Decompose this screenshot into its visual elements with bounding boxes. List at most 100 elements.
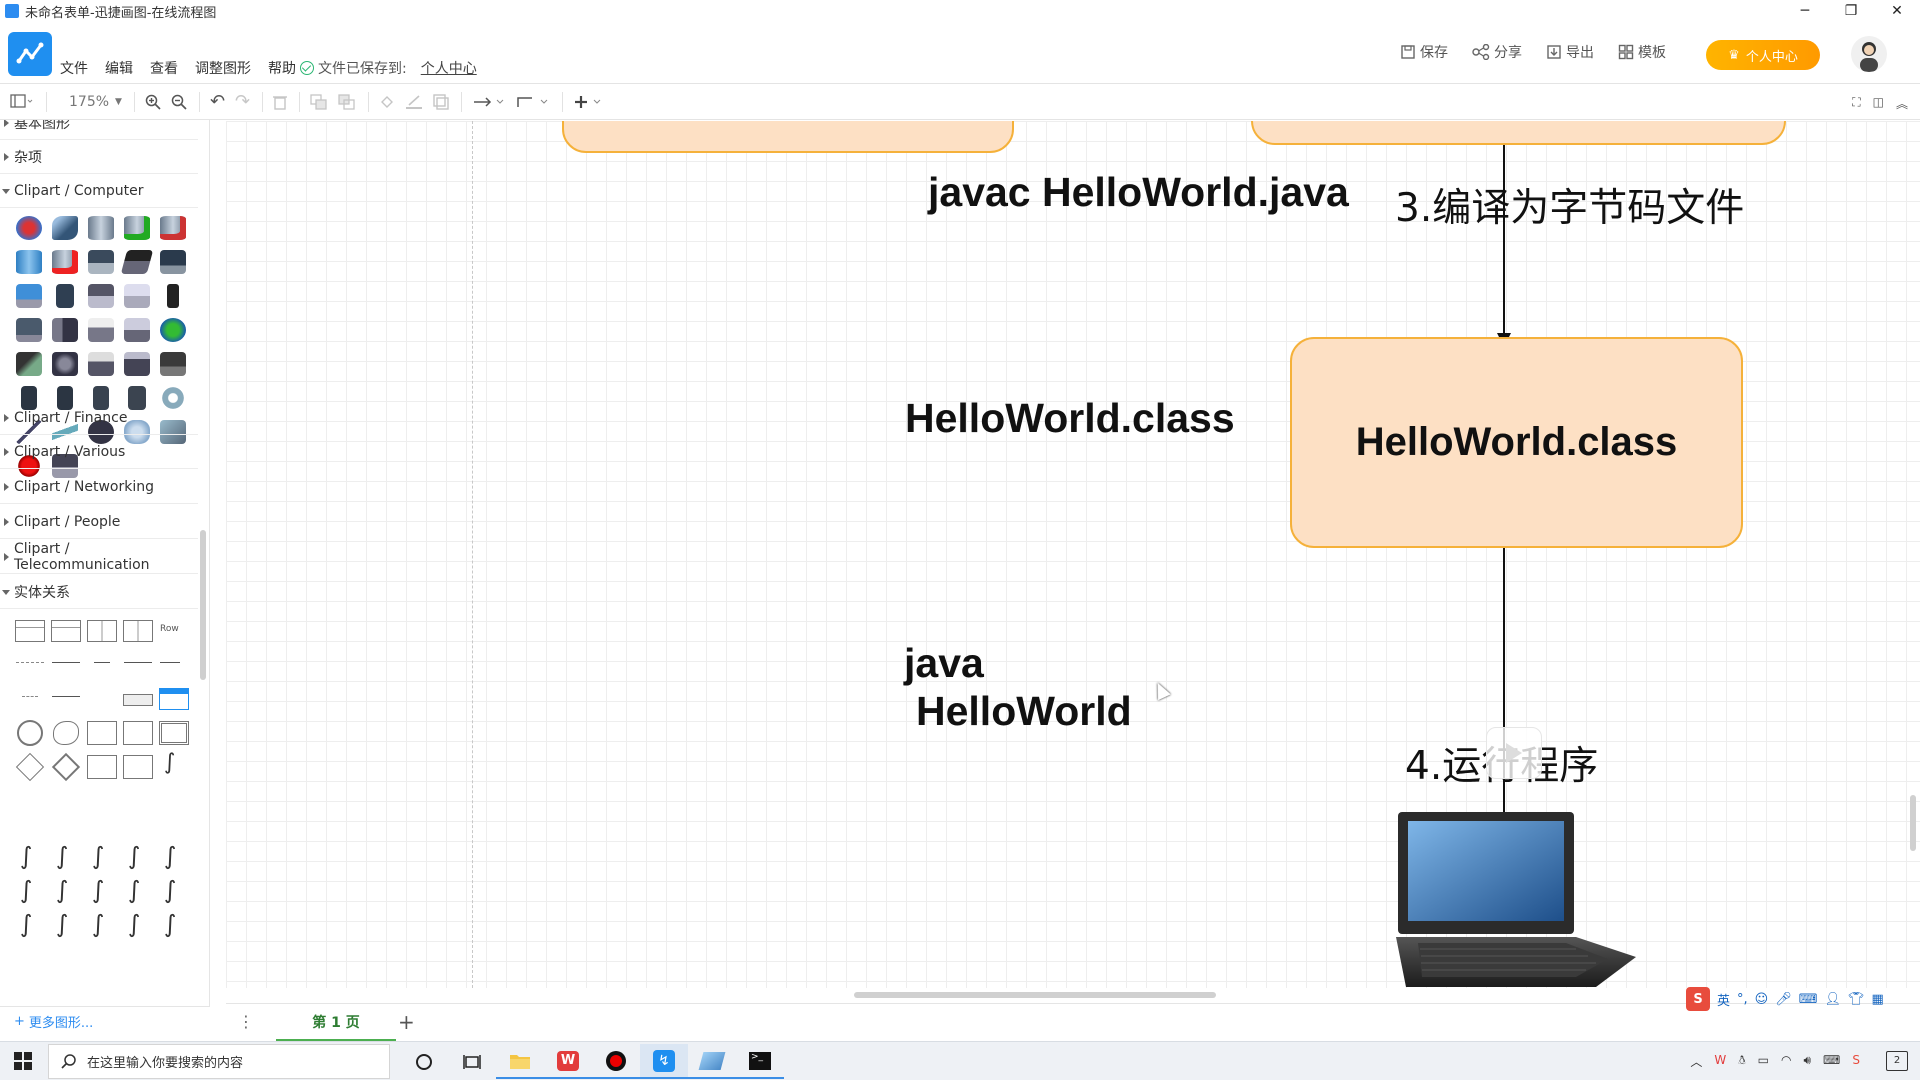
app-logo-icon[interactable]: [8, 32, 52, 76]
class-file-node[interactable]: HelloWorld.class: [1290, 337, 1743, 548]
er-relation-line[interactable]: [52, 662, 80, 663]
ime-lang[interactable]: 英: [1717, 990, 1730, 1009]
grid-icon[interactable]: ▦: [1872, 992, 1884, 1007]
flow-node-top-left[interactable]: [562, 121, 1014, 153]
insert-icon[interactable]: [573, 90, 607, 114]
to-back-icon[interactable]: [338, 90, 356, 114]
er-relation-line[interactable]: [52, 696, 80, 697]
vip-button[interactable]: ♛ 个人中心: [1706, 40, 1820, 70]
er-identifying-diamond[interactable]: [51, 752, 81, 782]
magnifier-icon[interactable]: [52, 216, 78, 240]
er-relationship-diamond[interactable]: [15, 752, 45, 782]
notification-center-icon[interactable]: 2: [1886, 1051, 1908, 1071]
er-associative-shape[interactable]: [87, 755, 117, 779]
database-blue-icon[interactable]: [16, 250, 42, 274]
er-curve-connector[interactable]: ∫: [92, 910, 128, 944]
emoji-icon[interactable]: ☺: [1755, 992, 1769, 1007]
menu-view[interactable]: 查看: [150, 58, 178, 78]
database-add-icon[interactable]: [124, 216, 150, 240]
step3-title[interactable]: 3.编译为字节码文件: [1395, 177, 1744, 233]
user-icon[interactable]: 👤︎: [1825, 992, 1842, 1007]
section-clipart-various[interactable]: Clipart / Various: [0, 435, 198, 469]
taskbar-search-input[interactable]: 在这里输入你要搜索的内容: [48, 1044, 390, 1079]
export-button[interactable]: 导出: [1546, 42, 1594, 62]
screen-recorder-icon[interactable]: [592, 1044, 640, 1079]
save-button[interactable]: 保存: [1400, 42, 1448, 62]
terminal-icon[interactable]: >_: [736, 1044, 784, 1079]
punctuation-icon[interactable]: °,: [1737, 992, 1748, 1007]
microphone-icon[interactable]: 🎤︎: [1775, 992, 1792, 1007]
collapse-icon[interactable]: ︽: [1896, 95, 1908, 112]
pc-set-icon[interactable]: [16, 352, 42, 376]
file-explorer-icon[interactable]: [496, 1044, 544, 1079]
fill-color-icon[interactable]: [379, 90, 395, 114]
ime-tray-icon[interactable]: ⌨: [1823, 1053, 1840, 1070]
delete-icon[interactable]: [273, 90, 288, 114]
er-grid-shape[interactable]: [87, 620, 117, 642]
database-remove-icon[interactable]: [160, 216, 186, 240]
diagram-canvas[interactable]: javac HelloWorld.java 3.编译为字节码文件 HelloWo…: [226, 121, 1920, 988]
virus-icon[interactable]: [16, 216, 42, 240]
menu-file[interactable]: 文件: [60, 58, 88, 78]
scanner-icon[interactable]: [124, 318, 150, 342]
monitor-icon[interactable]: [160, 250, 186, 274]
skin-icon[interactable]: 👕︎: [1848, 992, 1865, 1007]
flow-node-top-right[interactable]: [1251, 121, 1786, 145]
line-color-icon[interactable]: [405, 90, 423, 114]
er-curve-connector[interactable]: ∫: [20, 910, 56, 944]
menu-arrange[interactable]: 调整图形: [195, 58, 251, 78]
close-button[interactable]: ✕: [1874, 0, 1920, 22]
er-curve-connector[interactable]: ∫: [92, 842, 128, 876]
er-entity2-shape[interactable]: [123, 721, 153, 745]
er-curve-connector[interactable]: ∫: [20, 842, 56, 876]
notepad-app-icon[interactable]: [688, 1044, 736, 1079]
er-table2-shape[interactable]: [51, 620, 81, 642]
menu-edit[interactable]: 编辑: [105, 58, 133, 78]
minimize-button[interactable]: ─: [1782, 0, 1828, 22]
redo-icon[interactable]: ↷: [235, 90, 250, 114]
er-curve-connector[interactable]: ∫: [164, 876, 200, 910]
sogou-tray-icon[interactable]: S: [1852, 1053, 1860, 1070]
task-view-icon[interactable]: [448, 1044, 496, 1079]
fax-icon[interactable]: [88, 352, 114, 376]
tray-expand-icon[interactable]: ︿: [1690, 1053, 1702, 1070]
zoom-select[interactable]: 175% ▼: [69, 90, 122, 114]
er-curve-connector[interactable]: ∫: [92, 876, 128, 910]
vertical-scrollbar[interactable]: [1910, 795, 1916, 851]
connector-line[interactable]: [1503, 145, 1505, 335]
video-play-button[interactable]: [1486, 727, 1542, 779]
zoom-in-icon[interactable]: [145, 90, 161, 114]
page-menu-icon[interactable]: ⋮: [238, 1012, 254, 1031]
crt-monitor-icon[interactable]: [16, 318, 42, 342]
er-note-shape[interactable]: [123, 755, 153, 779]
er-relation-line[interactable]: [124, 662, 152, 663]
er-title-shape[interactable]: [123, 694, 153, 706]
run-command-label[interactable]: java HelloWorld: [904, 639, 1132, 735]
er-table3-shape[interactable]: [123, 620, 153, 642]
restore-button[interactable]: ❐: [1828, 0, 1874, 22]
laptop-icon[interactable]: [88, 250, 114, 274]
notebook-icon[interactable]: [88, 284, 114, 308]
tablet-icon[interactable]: [56, 284, 74, 308]
to-front-icon[interactable]: [310, 90, 328, 114]
template-button[interactable]: 模板: [1618, 42, 1666, 62]
section-basic-shapes[interactable]: 基本图形: [0, 120, 198, 140]
section-clipart-computer[interactable]: Clipart / Computer: [0, 174, 198, 208]
section-clipart-telecom[interactable]: Clipart / Telecommunication: [0, 540, 198, 574]
laptop-clipart-icon[interactable]: [1396, 809, 1636, 988]
cortana-icon[interactable]: [400, 1044, 448, 1079]
wifi-icon[interactable]: ◠: [1781, 1053, 1791, 1070]
battery-icon[interactable]: ▭: [1758, 1053, 1769, 1070]
fullscreen-icon[interactable]: ⛶: [1852, 95, 1860, 112]
er-relation-line[interactable]: [22, 696, 38, 697]
section-clipart-people[interactable]: Clipart / People: [0, 505, 198, 539]
er-curve-connector[interactable]: ∫: [164, 842, 200, 876]
er-curve-connector[interactable]: ∫: [56, 876, 92, 910]
sidebar-scrollbar[interactable]: [200, 530, 206, 680]
menu-help[interactable]: 帮助: [268, 58, 296, 78]
er-row-label[interactable]: Row: [160, 624, 188, 638]
waypoint-style-icon[interactable]: [516, 90, 550, 114]
avatar[interactable]: [1851, 36, 1887, 72]
section-clipart-networking[interactable]: Clipart / Networking: [0, 470, 198, 504]
er-curve-connector[interactable]: ∫: [128, 842, 164, 876]
